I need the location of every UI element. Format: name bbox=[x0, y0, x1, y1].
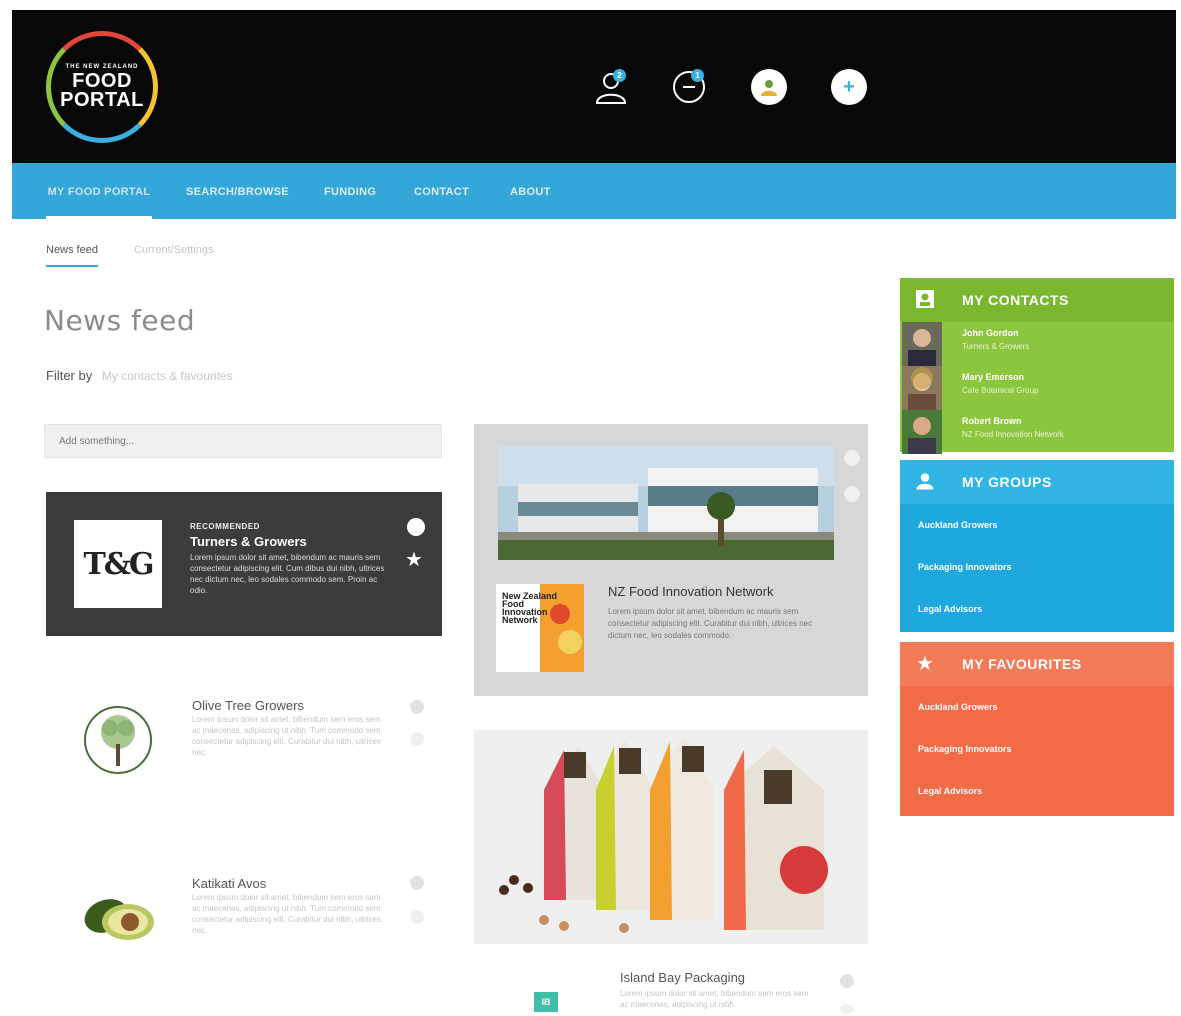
contact-name: John Gordon bbox=[962, 328, 1019, 338]
card-title[interactable]: Katikati Avos bbox=[192, 876, 266, 891]
panel-title: My Favourites bbox=[962, 656, 1082, 672]
avocado-image bbox=[84, 899, 154, 940]
follow-toggle[interactable] bbox=[410, 876, 424, 890]
favourite-item[interactable]: Legal Advisors bbox=[900, 770, 1174, 812]
follow-toggle[interactable] bbox=[407, 518, 425, 536]
contact-photo bbox=[902, 366, 942, 410]
feed-item-island-bay-title[interactable]: Island Bay Packaging bbox=[620, 970, 745, 985]
contact-photo bbox=[902, 322, 942, 366]
my-contacts-panel: My Contacts John Gordon Turners & Grower… bbox=[900, 278, 1174, 454]
contact-card-icon bbox=[914, 288, 936, 310]
contact-org: Turners & Growers bbox=[962, 342, 1030, 351]
card-title[interactable]: Turners & Growers bbox=[190, 534, 307, 549]
filter-select[interactable]: My contacts & favourites bbox=[102, 369, 233, 383]
star-icon[interactable]: ★ bbox=[405, 550, 423, 570]
contact-name: Mary Emerson bbox=[962, 372, 1025, 382]
contacts-button[interactable]: 2 bbox=[590, 66, 632, 108]
card-description: Lorem ipsum dolor sit amet, bibendum sem… bbox=[192, 893, 381, 935]
contact-name: Robert Brown bbox=[962, 416, 1022, 426]
panel-header[interactable]: My Groups bbox=[900, 460, 1174, 504]
island-bay-logo: IB bbox=[534, 992, 558, 1012]
site-header: THE NEW ZEALAND FOOD PORTAL 2 1 + bbox=[12, 10, 1176, 163]
favourite-toggle[interactable] bbox=[844, 486, 860, 502]
follow-toggle[interactable] bbox=[844, 450, 860, 466]
follow-toggle[interactable] bbox=[410, 700, 424, 714]
panel-title: My Contacts bbox=[962, 292, 1069, 308]
group-item[interactable]: Packaging Innovators bbox=[900, 546, 1174, 588]
food-portal-logo[interactable]: THE NEW ZEALAND FOOD PORTAL bbox=[46, 31, 158, 143]
card-description: Lorem ipsum dolor sit amet, bibendum ac … bbox=[608, 607, 813, 640]
tab-news-feed[interactable]: News feed bbox=[46, 244, 98, 267]
group-icon bbox=[914, 470, 936, 492]
contact-item[interactable]: Robert Brown NZ Food Innovation Network bbox=[900, 410, 1174, 454]
panel-header[interactable]: ★ My Favourites bbox=[900, 642, 1174, 686]
avatar bbox=[751, 69, 787, 105]
main-nav: My Food Portal Search/Browse Funding Con… bbox=[12, 163, 1176, 219]
packaging-illustration bbox=[474, 730, 868, 944]
card-description: Lorem ipsum dolor sit amet, bibendum ac … bbox=[190, 553, 385, 595]
user-avatar-button[interactable] bbox=[748, 66, 790, 108]
card-title[interactable]: NZ Food Innovation Network bbox=[608, 584, 773, 599]
follow-toggle[interactable] bbox=[840, 974, 854, 988]
add-button[interactable]: + bbox=[828, 66, 870, 108]
favourite-toggle[interactable] bbox=[410, 732, 424, 746]
star-icon: ★ bbox=[916, 652, 934, 675]
nav-contact[interactable]: Contact bbox=[414, 163, 469, 219]
filter-row: Filter by My contacts & favourites bbox=[46, 368, 233, 383]
favourite-toggle[interactable] bbox=[840, 1004, 854, 1014]
panel-title: My Groups bbox=[962, 474, 1052, 490]
nav-my-food-portal[interactable]: My Food Portal bbox=[46, 163, 152, 219]
filter-label: Filter by bbox=[46, 368, 93, 383]
nav-funding[interactable]: Funding bbox=[324, 163, 376, 219]
contact-item[interactable]: John Gordon Turners & Growers bbox=[900, 322, 1174, 366]
recommended-tag: RECOMMENDED bbox=[190, 522, 260, 531]
contact-item[interactable]: Mary Emerson Cafe Botanical Group bbox=[900, 366, 1174, 410]
plus-icon: + bbox=[831, 69, 867, 105]
logo-line-2: PORTAL bbox=[60, 89, 144, 111]
panel-header[interactable]: My Contacts bbox=[900, 278, 1174, 322]
contact-photo bbox=[902, 410, 942, 454]
packaging-photo bbox=[474, 730, 868, 944]
favourite-item[interactable]: Packaging Innovators bbox=[900, 728, 1174, 770]
group-item[interactable]: Auckland Growers bbox=[900, 504, 1174, 546]
olive-tree-logo bbox=[84, 706, 152, 774]
nav-about[interactable]: About bbox=[510, 163, 551, 219]
page-title: News feed bbox=[44, 304, 196, 337]
tg-logo: T&G bbox=[74, 520, 162, 608]
tab-settings[interactable]: Current/Settings bbox=[134, 244, 213, 256]
nav-search-browse[interactable]: Search/Browse bbox=[186, 163, 289, 219]
my-groups-panel: My Groups Auckland Growers Packaging Inn… bbox=[900, 460, 1174, 632]
card-title[interactable]: Olive Tree Growers bbox=[192, 698, 304, 713]
building-photo bbox=[498, 446, 834, 560]
post-input[interactable] bbox=[44, 424, 442, 458]
recommended-card[interactable]: T&G RECOMMENDED Turners & Growers Lorem … bbox=[46, 492, 442, 636]
group-item[interactable]: Legal Advisors bbox=[900, 588, 1174, 630]
messages-badge: 1 bbox=[691, 69, 704, 82]
feed-item-olive-tree[interactable]: Olive Tree Growers Lorem ipsum dolor sit… bbox=[46, 698, 442, 848]
group-icon bbox=[761, 80, 777, 96]
feed-item-nz-food-innovation[interactable]: New Zealand Food Innovation Network NZ F… bbox=[474, 424, 868, 696]
card-description: Lorem ipsum dolor sit amet, bibendum sem… bbox=[192, 715, 381, 757]
messages-button[interactable]: 1 bbox=[668, 66, 710, 108]
favourite-item[interactable]: Auckland Growers bbox=[900, 686, 1174, 728]
feed-item-katikati[interactable]: Katikati Avos Lorem ipsum dolor sit amet… bbox=[46, 876, 442, 1016]
favourite-toggle[interactable] bbox=[410, 910, 424, 924]
contact-org: NZ Food Innovation Network bbox=[962, 430, 1064, 439]
nzfin-logo: New Zealand Food Innovation Network bbox=[496, 584, 584, 672]
nzfin-logo-text: New Zealand Food Innovation Network bbox=[502, 591, 558, 625]
contacts-badge: 2 bbox=[613, 69, 626, 82]
card-description: Lorem ipsum dolor sit amet, bibendum sem… bbox=[620, 989, 809, 1009]
contact-org: Cafe Botanical Group bbox=[962, 386, 1039, 395]
my-favourites-panel: ★ My Favourites Auckland Growers Packagi… bbox=[900, 642, 1174, 816]
